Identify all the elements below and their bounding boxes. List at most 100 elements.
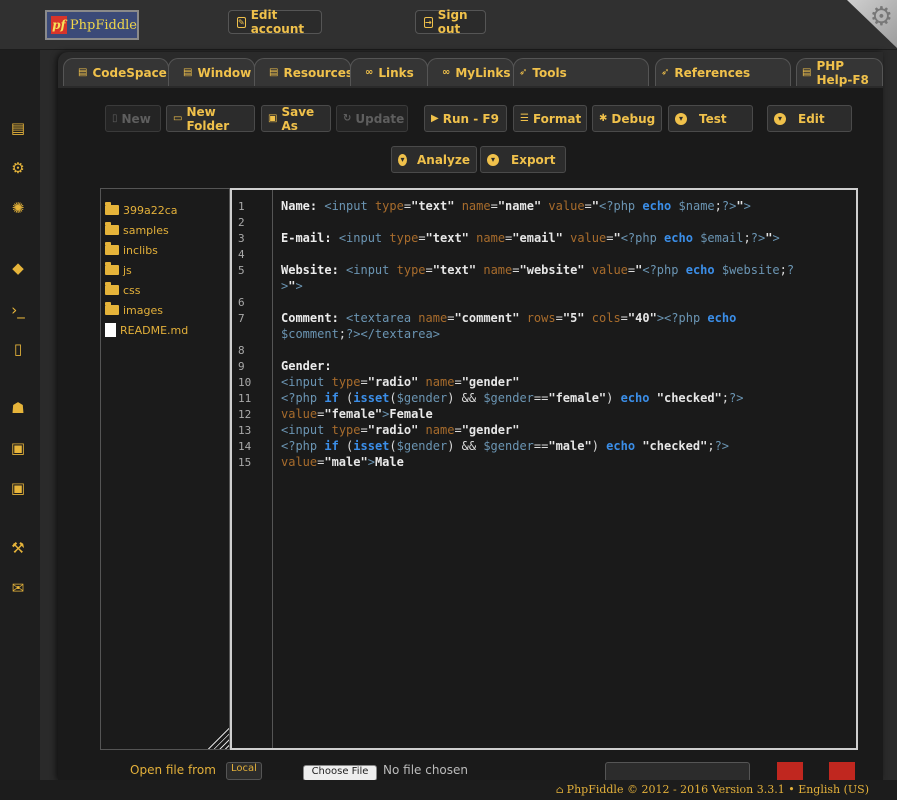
- save-as-label: Save As: [281, 104, 315, 133]
- tab-window[interactable]: ▤ Window: [168, 58, 255, 86]
- settings-corner[interactable]: ⚙: [847, 0, 897, 48]
- code-editor[interactable]: 1 2 3 4 5 6 7 8 9 10 11 12 13 14 15 Name…: [230, 188, 858, 750]
- link-icon: ∞: [442, 67, 451, 78]
- list-item[interactable]: 399a22ca: [105, 202, 178, 218]
- debug-button[interactable]: ✱ Debug: [592, 105, 662, 132]
- line-gutter: 1 2 3 4 5 6 7 8 9 10 11 12 13 14 15: [232, 190, 273, 748]
- test-button[interactable]: ▾ Test: [668, 105, 753, 132]
- mobile-icon[interactable]: ▯: [9, 340, 27, 358]
- home-icon: ⌂: [555, 785, 567, 796]
- file-name: 399a22ca: [123, 203, 178, 217]
- tab-label: Window: [197, 65, 252, 80]
- list-item[interactable]: js: [105, 262, 132, 278]
- facebook-icon[interactable]: ▣: [9, 479, 27, 497]
- chevron-down-icon: ▾: [774, 112, 786, 125]
- line-number: 6: [238, 296, 245, 309]
- file-icon: ▤: [78, 67, 88, 78]
- save-as-button[interactable]: ▣ Save As: [261, 104, 331, 133]
- edit-button[interactable]: ▾ Edit: [767, 105, 852, 132]
- code-line: <input type="radio" name="gender": [281, 375, 520, 389]
- gear-icon[interactable]: ✺: [9, 199, 27, 217]
- tab-label: MyLinks: [455, 65, 511, 80]
- open-file-bar: Open file from Local Choose File No file…: [58, 760, 883, 780]
- left-sidebar: ▤ ⚙ ✺ ◆ ›_ ▯ ☗ ▣ ▣ ⚒ ✉: [0, 50, 40, 800]
- no-file-label: No file chosen: [383, 763, 469, 777]
- list-item[interactable]: images: [105, 302, 163, 318]
- file-name: js: [123, 263, 132, 277]
- tab-tools[interactable]: ➶ Tools: [513, 58, 649, 86]
- tab-label: References: [674, 65, 751, 80]
- book-icon[interactable]: ▤: [9, 119, 27, 137]
- update-button[interactable]: ↻ Update: [336, 105, 408, 132]
- analyze-label: Analyze: [417, 152, 470, 167]
- keyboard-shortcuts-button[interactable]: [605, 762, 750, 780]
- new-button[interactable]: ▯ New: [105, 105, 161, 132]
- folder-icon: [105, 302, 119, 315]
- new-folder-button[interactable]: ▭ New Folder: [166, 104, 255, 133]
- list-icon: ☰: [520, 113, 529, 124]
- file-name: README.md: [120, 323, 189, 337]
- list-item[interactable]: inclibs: [105, 242, 158, 258]
- list-item[interactable]: samples: [105, 222, 169, 238]
- gavel-icon[interactable]: ⚒: [9, 539, 27, 557]
- run-button[interactable]: ▶ Run - F9: [424, 105, 507, 132]
- file-icon: ▯: [112, 113, 118, 124]
- file-name: samples: [123, 223, 169, 237]
- logo-text: PhpFiddle: [69, 17, 137, 33]
- folder-icon: [105, 262, 119, 275]
- new-label: New: [121, 111, 151, 126]
- choose-file-button[interactable]: Choose File: [303, 765, 377, 780]
- file-name: images: [123, 303, 163, 317]
- file-tree: 399a22ca samples inclibs js css images R…: [100, 188, 230, 750]
- terminal-icon[interactable]: ›_: [9, 301, 27, 319]
- top-header: pf PhpFiddle ✎ Edit account → Sign out ⚙: [0, 0, 897, 50]
- code-line: <?php if (isset($gender) && $gender=="fe…: [281, 391, 744, 405]
- file-icon: ▤: [183, 67, 193, 78]
- tab-mylinks[interactable]: ∞ MyLinks: [427, 58, 514, 86]
- export-button[interactable]: ▾ Export: [480, 146, 566, 173]
- list-item[interactable]: css: [105, 282, 141, 298]
- line-number: 7: [238, 312, 245, 325]
- sign-out-button[interactable]: → Sign out: [415, 8, 486, 36]
- line-number: 4: [238, 248, 245, 261]
- folder-icon: [105, 222, 119, 235]
- analyze-button[interactable]: ▾ Analyze: [391, 146, 477, 173]
- edit-account-button[interactable]: ✎ Edit account: [228, 8, 322, 36]
- edit-icon: ✎: [237, 16, 246, 28]
- tab-php-help[interactable]: ▤ PHP Help-F8: [796, 58, 883, 87]
- gear-icon: ⚙: [869, 2, 893, 32]
- new-folder-label: New Folder: [186, 104, 230, 133]
- run-label: Run - F9: [442, 111, 499, 126]
- folder-icon: ▭: [173, 113, 183, 124]
- tab-links[interactable]: ∞ Links: [350, 58, 428, 86]
- rocket-icon: ➶: [661, 67, 670, 78]
- code-line: >">: [281, 279, 303, 293]
- line-number: 14: [238, 440, 252, 453]
- tag-icon[interactable]: ◆: [9, 259, 27, 277]
- php-badge-icon: [829, 762, 855, 780]
- tab-resources[interactable]: ▤ Resources: [254, 58, 353, 86]
- link-icon: ∞: [365, 67, 374, 78]
- tab-references[interactable]: ➶ References: [655, 58, 791, 86]
- list-item[interactable]: README.md: [105, 322, 188, 338]
- format-button[interactable]: ☰ Format: [513, 105, 587, 132]
- code-line: Name: <input type="text" name="name" val…: [281, 199, 751, 213]
- github-icon[interactable]: ☗: [9, 399, 27, 417]
- gears-icon[interactable]: ⚙: [9, 159, 27, 177]
- mail-icon[interactable]: ✉: [9, 579, 27, 597]
- code-line: Gender:: [281, 359, 332, 373]
- tab-codespace[interactable]: ▤ CodeSpace: [63, 58, 169, 86]
- line-number: 2: [238, 216, 245, 229]
- edit-account-label: Edit account: [250, 8, 305, 36]
- local-button[interactable]: Local: [226, 762, 262, 780]
- twitter-icon[interactable]: ▣: [9, 439, 27, 457]
- bug-icon: ✱: [599, 113, 608, 124]
- tab-label: CodeSpace: [92, 65, 167, 80]
- line-number: 5: [238, 264, 245, 277]
- logo[interactable]: pf PhpFiddle: [45, 10, 139, 40]
- folder-icon: [105, 242, 119, 255]
- tab-strip: ▤ CodeSpace ▤ Window ▤ Resources ∞ Links ∞ My…: [58, 52, 883, 88]
- resize-handle[interactable]: [205, 725, 229, 749]
- code-line: <input type="radio" name="gender": [281, 423, 520, 437]
- line-number: 11: [238, 392, 252, 405]
